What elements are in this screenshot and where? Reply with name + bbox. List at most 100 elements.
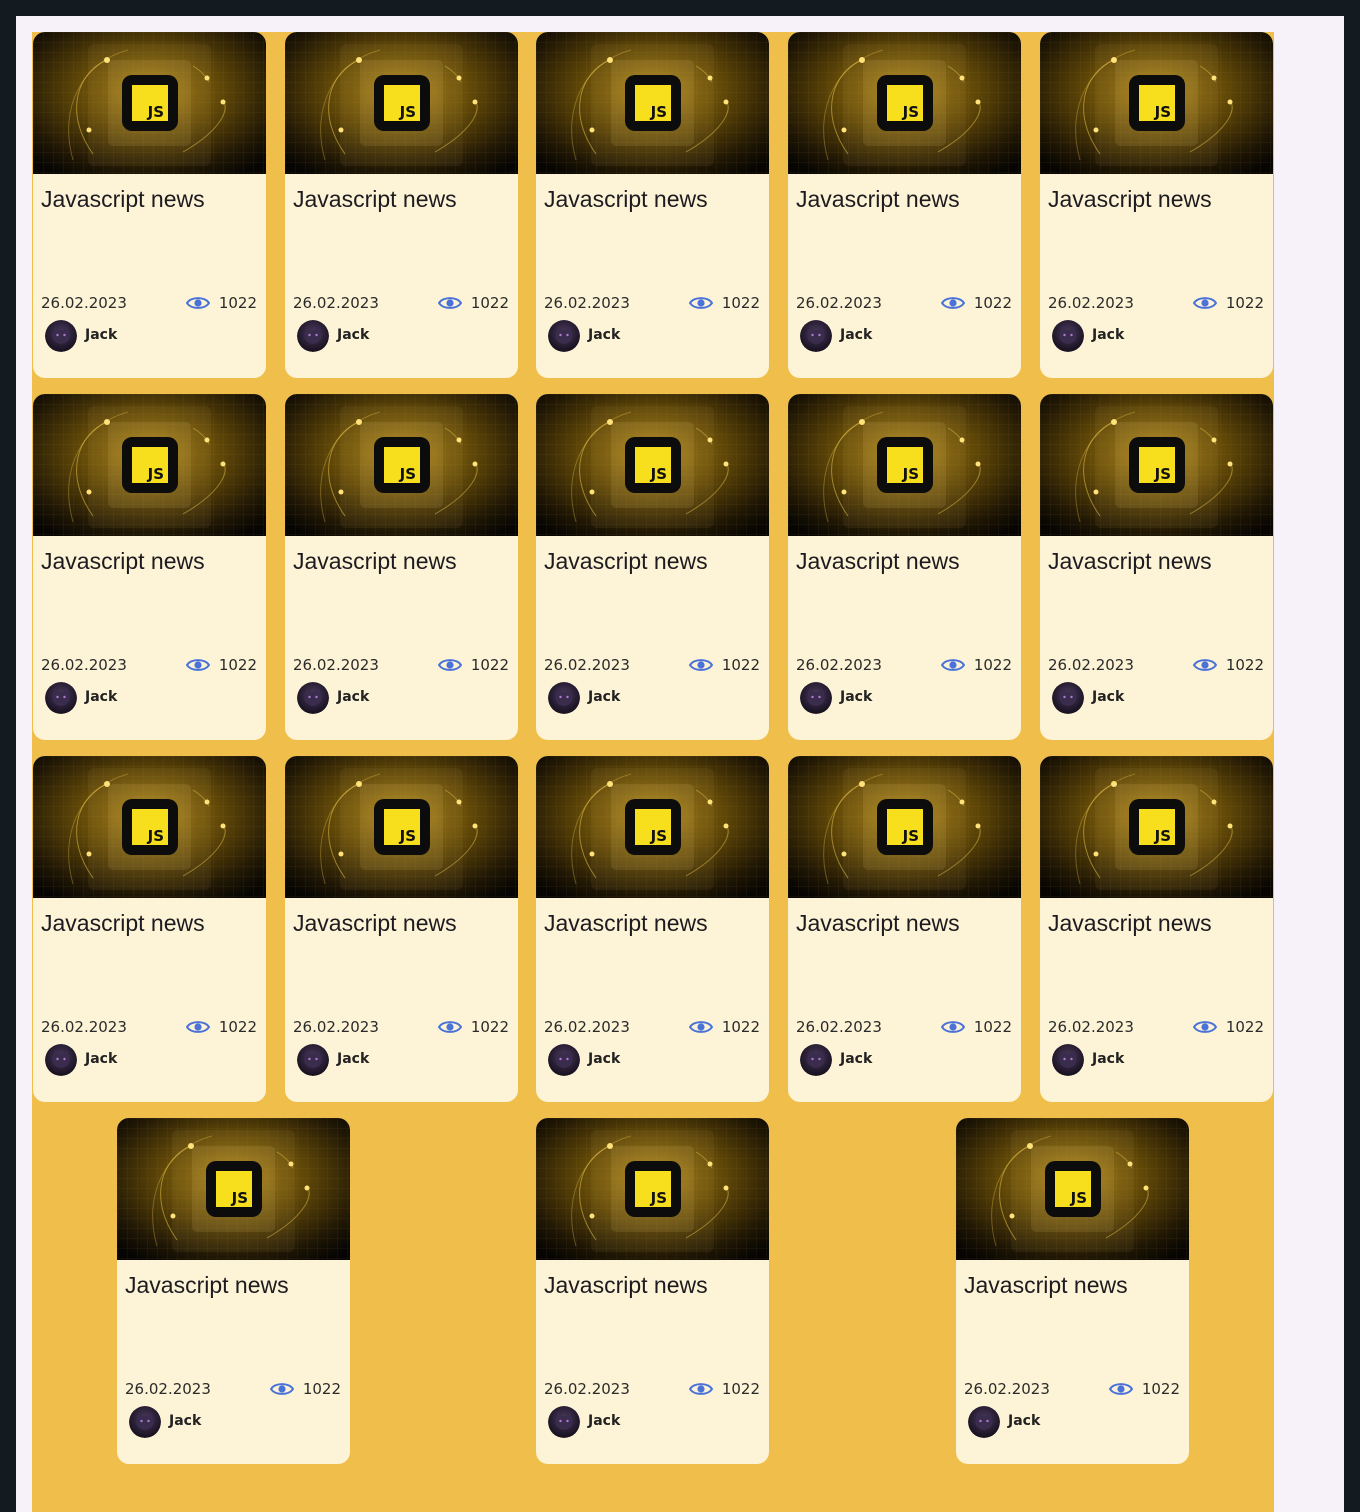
user-avatar-icon[interactable] [548,1044,580,1076]
js-badge-text: JS [1154,103,1171,121]
author-name[interactable]: Jack [337,1051,369,1067]
news-title[interactable]: Javascript news [41,548,205,575]
author-name[interactable]: Jack [337,689,369,705]
news-date: 26.02.2023 [1048,656,1134,674]
news-card[interactable]: JS Javascript news 26.02.2023 1022 Jack [285,756,518,1102]
js-badge-text: JS [902,827,919,845]
news-title[interactable]: Javascript news [544,186,708,213]
js-logo-icon: JS [33,32,266,174]
author-name[interactable]: Jack [840,689,872,705]
js-logo-icon: JS [285,394,518,536]
user-avatar-icon[interactable] [45,682,77,714]
news-card[interactable]: JS Javascript news 26.02.2023 1022 Jack [536,1118,769,1464]
js-logo-icon: JS [1040,756,1273,898]
eye-icon [185,659,210,671]
user-avatar-icon[interactable] [297,1044,329,1076]
js-badge-text: JS [399,103,416,121]
user-avatar-icon[interactable] [45,1044,77,1076]
author-name[interactable]: Jack [1092,1051,1124,1067]
news-card[interactable]: JS Javascript news 26.02.2023 1022 Jack [285,394,518,740]
author-name[interactable]: Jack [85,689,117,705]
news-date: 26.02.2023 [544,1018,630,1036]
news-date: 26.02.2023 [293,656,379,674]
view-count: 1022 [1108,1380,1180,1398]
news-title[interactable]: Javascript news [544,910,708,937]
author-name[interactable]: Jack [588,689,620,705]
news-title[interactable]: Javascript news [1048,910,1212,937]
news-title[interactable]: Javascript news [796,548,960,575]
author-name[interactable]: Jack [588,1051,620,1067]
user-avatar-icon[interactable] [800,320,832,352]
view-count: 1022 [437,656,509,674]
news-date: 26.02.2023 [293,294,379,312]
news-title[interactable]: Javascript news [964,1272,1128,1299]
user-avatar-icon[interactable] [800,682,832,714]
news-title[interactable]: Javascript news [1048,548,1212,575]
author-name[interactable]: Jack [337,327,369,343]
view-count-value: 1022 [973,656,1012,674]
news-card[interactable]: JS Javascript news 26.02.2023 1022 Jack [33,756,266,1102]
view-count-value: 1022 [973,294,1012,312]
news-title[interactable]: Javascript news [293,186,457,213]
user-avatar-icon[interactable] [800,1044,832,1076]
author-name[interactable]: Jack [840,1051,872,1067]
js-badge-text: JS [399,827,416,845]
news-title[interactable]: Javascript news [796,186,960,213]
user-avatar-icon[interactable] [45,320,77,352]
user-avatar-icon[interactable] [968,1406,1000,1438]
view-count-value: 1022 [1225,656,1264,674]
user-avatar-icon[interactable] [548,1406,580,1438]
user-avatar-icon[interactable] [548,320,580,352]
author-name[interactable]: Jack [1008,1413,1040,1429]
user-avatar-icon[interactable] [129,1406,161,1438]
news-card[interactable]: JS Javascript news 26.02.2023 1022 Jack [536,394,769,740]
view-count-value: 1022 [721,656,760,674]
news-date: 26.02.2023 [41,294,127,312]
news-title[interactable]: Javascript news [125,1272,289,1299]
user-avatar-icon[interactable] [1052,1044,1084,1076]
news-card[interactable]: JS Javascript news 26.02.2023 1022 Jack [788,32,1021,378]
news-title[interactable]: Javascript news [41,910,205,937]
author-name[interactable]: Jack [85,327,117,343]
news-card[interactable]: JS Javascript news 26.02.2023 1022 Jack [1040,32,1273,378]
news-grid: JS Javascript news 26.02.2023 1022 Jack [32,32,1274,1512]
view-count: 1022 [1192,1018,1264,1036]
js-badge-text: JS [1070,1189,1087,1207]
author-name[interactable]: Jack [588,1413,620,1429]
news-title[interactable]: Javascript news [41,186,205,213]
author-name[interactable]: Jack [169,1413,201,1429]
js-logo-icon: JS [33,394,266,536]
news-title[interactable]: Javascript news [544,1272,708,1299]
news-card[interactable]: JS Javascript news 26.02.2023 1022 Jack [285,32,518,378]
author-name[interactable]: Jack [85,1051,117,1067]
author-name[interactable]: Jack [1092,327,1124,343]
author-name[interactable]: Jack [1092,689,1124,705]
news-card[interactable]: JS Javascript news 26.02.2023 1022 Jack [536,756,769,1102]
view-count-value: 1022 [721,1380,760,1398]
author-name[interactable]: Jack [840,327,872,343]
user-avatar-icon[interactable] [1052,682,1084,714]
news-date: 26.02.2023 [796,656,882,674]
news-title[interactable]: Javascript news [293,548,457,575]
user-avatar-icon[interactable] [297,682,329,714]
user-avatar-icon[interactable] [297,320,329,352]
user-avatar-icon[interactable] [548,682,580,714]
news-card[interactable]: JS Javascript news 26.02.2023 1022 Jack [117,1118,350,1464]
news-card[interactable]: JS Javascript news 26.02.2023 1022 Jack [788,756,1021,1102]
news-card[interactable]: JS Javascript news 26.02.2023 1022 Jack [788,394,1021,740]
news-card[interactable]: JS Javascript news 26.02.2023 1022 Jack [536,32,769,378]
news-card[interactable]: JS Javascript news 26.02.2023 1022 Jack [1040,394,1273,740]
news-title[interactable]: Javascript news [544,548,708,575]
news-title[interactable]: Javascript news [796,910,960,937]
news-card[interactable]: JS Javascript news 26.02.2023 1022 Jack [1040,756,1273,1102]
news-title[interactable]: Javascript news [293,910,457,937]
news-card[interactable]: JS Javascript news 26.02.2023 1022 Jack [33,394,266,740]
news-title[interactable]: Javascript news [1048,186,1212,213]
news-date: 26.02.2023 [544,656,630,674]
news-card[interactable]: JS Javascript news 26.02.2023 1022 Jack [956,1118,1189,1464]
view-count: 1022 [185,1018,257,1036]
news-card[interactable]: JS Javascript news 26.02.2023 1022 Jack [33,32,266,378]
user-avatar-icon[interactable] [1052,320,1084,352]
author-name[interactable]: Jack [588,327,620,343]
eye-icon [437,659,462,671]
